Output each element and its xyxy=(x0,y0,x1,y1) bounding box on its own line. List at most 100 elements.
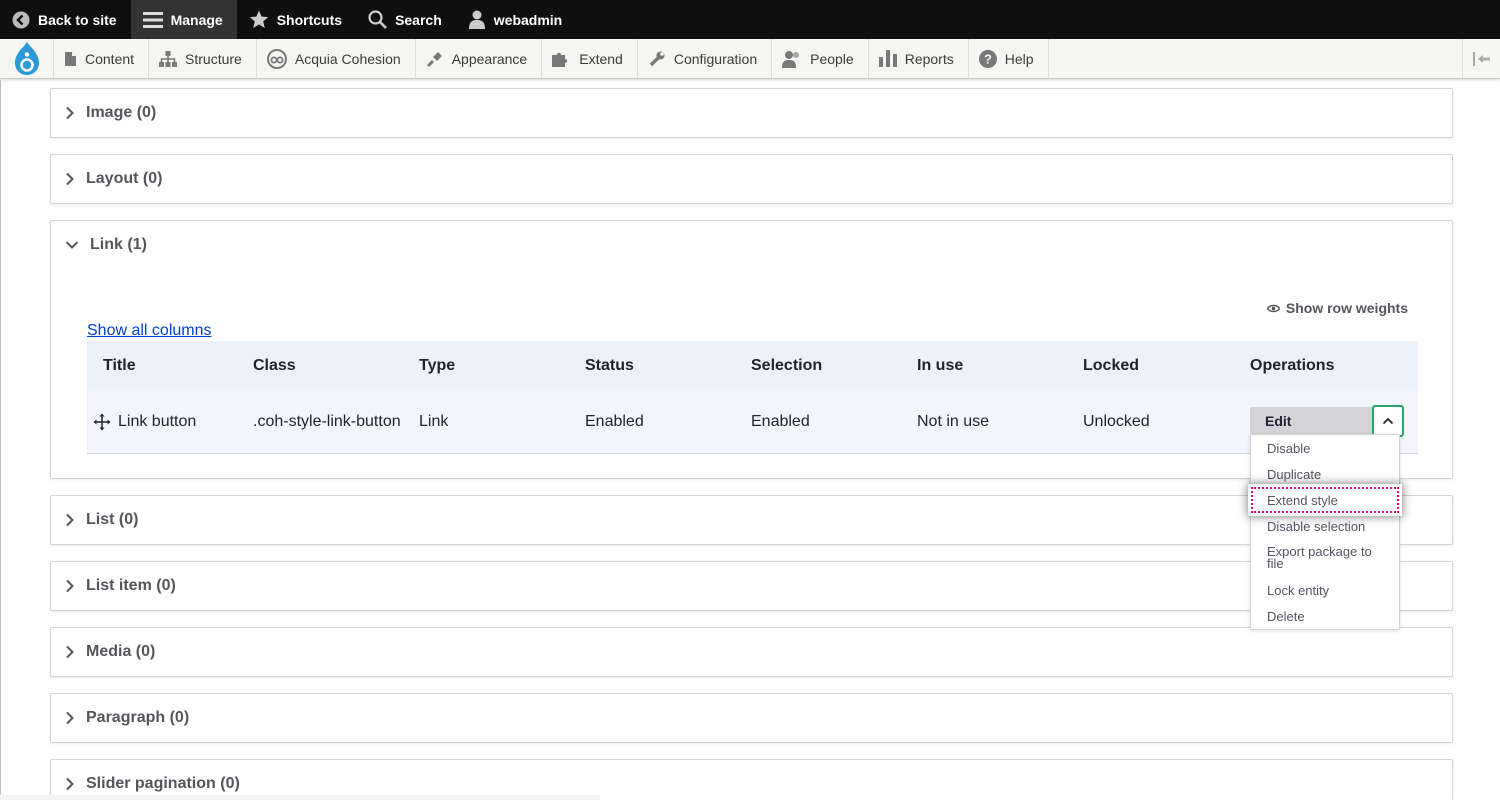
tray-item-label: Configuration xyxy=(673,50,758,67)
section-list-toggle[interactable]: List (0) xyxy=(51,496,1452,544)
tray-item-label: Content xyxy=(85,50,135,67)
section-list: List (0) xyxy=(50,495,1453,545)
drupal-logo[interactable] xyxy=(0,39,54,78)
file-icon xyxy=(65,51,76,66)
tray-item-label: Extend xyxy=(579,50,623,67)
section-layout-toggle[interactable]: Layout (0) xyxy=(51,155,1452,203)
back-arrow-icon xyxy=(12,11,30,28)
chevron-up-icon xyxy=(1382,417,1394,425)
section-image: Image (0) xyxy=(50,88,1453,138)
chevron-right-icon xyxy=(66,106,74,120)
manage-tray: Content Structure Acquia Cohesion Appear… xyxy=(0,39,1500,79)
tray-item-label: Appearance xyxy=(451,50,528,67)
collapse-left-icon xyxy=(1472,51,1490,66)
section-slider-pagination-toggle[interactable]: Slider pagination (0) xyxy=(51,760,1452,800)
show-row-weights-label: Show row weights xyxy=(1285,300,1408,316)
tray-item-content[interactable]: Content xyxy=(54,39,150,78)
tray-item-extend[interactable]: Extend xyxy=(542,39,638,78)
manage-label: Manage xyxy=(170,11,223,28)
column-header-selection: Selection xyxy=(735,341,901,391)
back-to-site-link[interactable]: Back to site xyxy=(0,0,131,39)
section-link: Link (1) Show row weights Show all colum… xyxy=(50,220,1453,479)
edit-button[interactable]: Edit xyxy=(1250,407,1374,435)
user-label: webadmin xyxy=(493,11,563,28)
section-title: Media (0) xyxy=(86,643,156,660)
section-media: Media (0) xyxy=(50,627,1453,677)
section-title: List (0) xyxy=(86,511,139,528)
dropbutton-toggle[interactable] xyxy=(1372,405,1404,437)
menu-item-lock-entity[interactable]: Lock entity xyxy=(1251,577,1399,603)
wrench-icon xyxy=(649,51,665,66)
section-list-item: List item (0) xyxy=(50,561,1453,611)
chevron-right-icon xyxy=(66,579,74,593)
chevron-right-icon xyxy=(66,777,74,791)
tray-item-label: People xyxy=(810,50,854,67)
row-class: .coh-style-link-button xyxy=(237,391,403,454)
search-tab[interactable]: Search xyxy=(356,0,456,39)
column-header-title: Title xyxy=(87,341,237,391)
star-icon xyxy=(249,10,269,28)
tray-item-acquia-cohesion[interactable]: Acquia Cohesion xyxy=(257,39,416,78)
shortcuts-label: Shortcuts xyxy=(276,11,343,28)
hamburger-icon xyxy=(142,11,163,28)
drag-handle-icon[interactable] xyxy=(93,413,111,431)
bar-chart-icon xyxy=(878,50,897,67)
section-title: List item (0) xyxy=(86,577,176,594)
user-icon xyxy=(468,10,485,29)
chevron-right-icon xyxy=(66,711,74,725)
tray-orientation-toggle[interactable] xyxy=(1462,39,1500,78)
puzzle-icon xyxy=(552,52,568,67)
tray-item-reports[interactable]: Reports xyxy=(869,39,969,78)
section-list-item-toggle[interactable]: List item (0) xyxy=(51,562,1452,610)
row-type: Link xyxy=(403,391,569,454)
tray-item-label: Acquia Cohesion xyxy=(294,50,401,67)
section-media-toggle[interactable]: Media (0) xyxy=(51,628,1452,676)
search-icon xyxy=(368,10,387,29)
tray-item-help[interactable]: ? Help xyxy=(969,39,1049,78)
tray-item-structure[interactable]: Structure xyxy=(149,39,257,78)
section-title: Link (1) xyxy=(90,236,147,253)
show-row-weights-button[interactable]: Show row weights xyxy=(1266,300,1408,316)
shortcuts-tab[interactable]: Shortcuts xyxy=(237,0,356,39)
section-paragraph-toggle[interactable]: Paragraph (0) xyxy=(51,694,1452,742)
cell-title: Link button xyxy=(87,391,237,454)
row-status: Enabled xyxy=(569,391,735,454)
column-header-status: Status xyxy=(569,341,735,391)
chevron-right-icon xyxy=(66,645,74,659)
eye-icon xyxy=(1266,304,1280,312)
menu-item-duplicate[interactable]: Duplicate xyxy=(1251,461,1399,487)
chevron-right-icon xyxy=(66,513,74,527)
section-link-toggle[interactable]: Link (1) xyxy=(51,221,1452,269)
show-all-columns-link[interactable]: Show all columns xyxy=(87,322,212,340)
column-header-in-use: In use xyxy=(901,341,1067,391)
admin-toolbar: Back to site Manage Shortcuts Search web… xyxy=(0,0,1500,39)
drupal-drop-icon xyxy=(14,41,39,75)
menu-item-extend-style[interactable]: Extend style xyxy=(1251,487,1399,513)
operations-dropbutton: Edit Disable Duplicate Extend style Disa… xyxy=(1250,405,1404,630)
manage-tab[interactable]: Manage xyxy=(130,0,237,39)
section-title: Slider pagination (0) xyxy=(86,775,240,792)
cell-title-wrap: Link button xyxy=(93,413,237,431)
tray-item-label: Reports xyxy=(904,50,954,67)
menu-item-export-package[interactable]: Export package to file xyxy=(1251,539,1399,577)
section-image-toggle[interactable]: Image (0) xyxy=(51,89,1452,137)
menu-item-delete[interactable]: Delete xyxy=(1251,603,1399,629)
tray-item-label: Help xyxy=(1004,50,1034,67)
page-edge xyxy=(0,80,1,800)
chevron-right-icon xyxy=(66,172,74,186)
cohesion-icon xyxy=(266,48,287,69)
tray-item-people[interactable]: People xyxy=(772,39,869,78)
table-row: Link button .coh-style-link-button Link … xyxy=(87,391,1418,454)
menu-item-disable[interactable]: Disable xyxy=(1251,435,1399,461)
operations-menu: Disable Duplicate Extend style Disable s… xyxy=(1250,434,1400,630)
menu-item-disable-selection[interactable]: Disable selection xyxy=(1251,513,1399,539)
user-tab[interactable]: webadmin xyxy=(456,0,576,39)
table-header-row: Title Class Type Status Selection In use… xyxy=(87,341,1418,391)
search-label: Search xyxy=(395,11,442,28)
tray-item-configuration[interactable]: Configuration xyxy=(638,39,773,78)
tray-item-appearance[interactable]: Appearance xyxy=(416,39,543,78)
section-layout: Layout (0) xyxy=(50,154,1453,204)
svg-text:?: ? xyxy=(984,51,992,66)
help-icon: ? xyxy=(978,49,997,68)
column-header-type: Type xyxy=(403,341,569,391)
